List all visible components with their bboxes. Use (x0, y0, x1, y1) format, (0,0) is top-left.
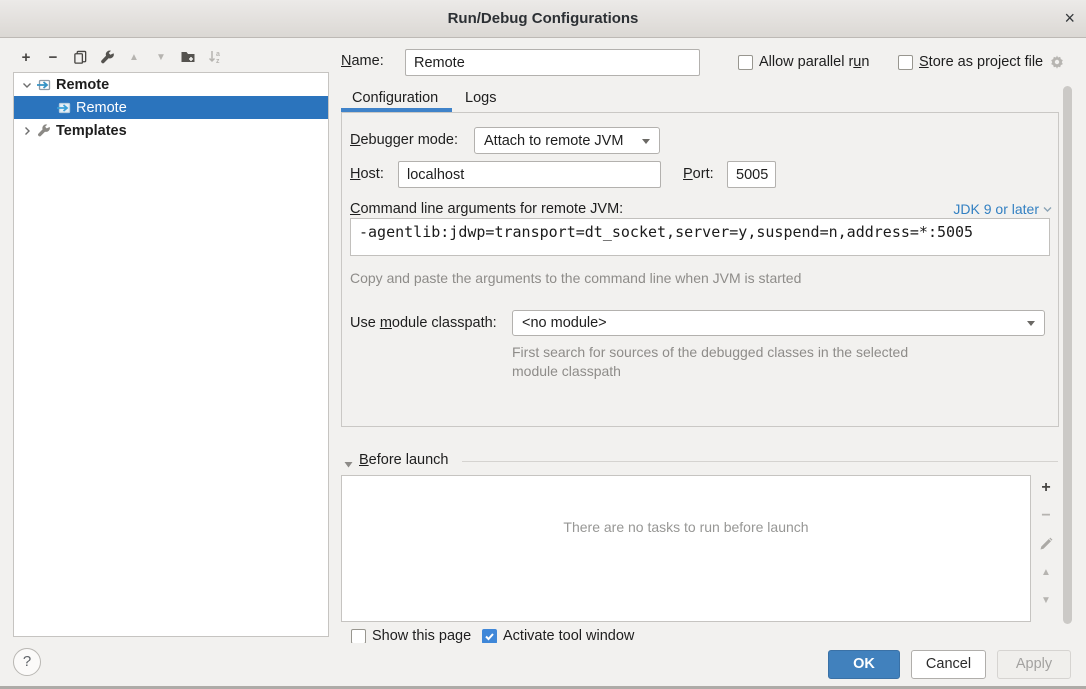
allow-parallel-run-checkbox[interactable] (738, 55, 753, 70)
show-this-page-label[interactable]: Show this page (372, 628, 471, 643)
tab-configuration[interactable]: Configuration (352, 90, 438, 106)
tree-item-remote-selected[interactable]: Remote (14, 96, 328, 119)
remove-configuration-icon[interactable]: − (45, 49, 61, 65)
name-input[interactable]: Remote (405, 49, 700, 76)
cancel-button[interactable]: Cancel (911, 650, 986, 679)
svg-text:z: z (216, 58, 220, 65)
dialog-title: Run/Debug Configurations (0, 0, 1086, 38)
port-input[interactable]: 5005 (727, 161, 776, 188)
tree-group-remote[interactable]: Remote (14, 73, 328, 96)
module-classpath-hint-line1: First search for sources of the debugged… (512, 344, 908, 360)
tree-group-templates[interactable]: Templates (14, 119, 328, 142)
run-debug-configurations-dialog: Run/Debug Configurations × + − ▲ ▼ az (0, 0, 1086, 689)
help-button[interactable]: ? (13, 648, 41, 676)
before-launch-separator (462, 461, 1058, 462)
tree-item-label[interactable]: Remote (56, 77, 109, 93)
store-as-project-file-checkbox[interactable] (898, 55, 913, 70)
command-line-args-hint: Copy and paste the arguments to the comm… (350, 270, 801, 286)
edit-templates-wrench-icon[interactable] (99, 49, 115, 65)
chevron-right-icon[interactable] (21, 125, 33, 137)
before-launch-toolbar: + − ▲ ▼ (1036, 480, 1056, 608)
chevron-down-icon (1043, 206, 1052, 213)
title-bar: Run/Debug Configurations × (0, 0, 1086, 38)
svg-text:a: a (216, 51, 220, 58)
show-this-page-checkbox[interactable] (351, 629, 366, 643)
tab-logs[interactable]: Logs (465, 90, 496, 106)
jdk-version-link[interactable]: JDK 9 or later (953, 201, 1052, 217)
move-task-down-icon: ▼ (1038, 592, 1054, 608)
module-classpath-hint-line2: module classpath (512, 363, 621, 379)
configurations-tree: Remote Remote Templates (13, 72, 329, 637)
store-settings-gear-icon[interactable] (1049, 54, 1065, 74)
before-launch-label[interactable]: Before launch (359, 452, 448, 468)
apply-button: Apply (997, 650, 1071, 679)
port-label: Port: (683, 166, 714, 182)
close-icon[interactable]: × (1064, 0, 1075, 38)
before-launch-task-list[interactable] (341, 475, 1031, 622)
configurations-toolbar: + − ▲ ▼ az (18, 47, 223, 67)
new-folder-icon[interactable] (180, 49, 196, 65)
tree-item-label[interactable]: Templates (56, 123, 127, 139)
remote-config-icon (56, 100, 72, 116)
sort-configurations-icon: az (207, 49, 223, 65)
templates-wrench-icon (36, 123, 52, 139)
move-up-icon: ▲ (126, 49, 142, 65)
command-line-args-field[interactable]: -agentlib:jdwp=transport=dt_socket,serve… (350, 218, 1050, 256)
host-input[interactable]: localhost (398, 161, 661, 188)
before-launch-empty-text: There are no tasks to run before launch (341, 519, 1031, 535)
add-task-icon[interactable]: + (1038, 480, 1054, 496)
move-down-icon: ▼ (153, 49, 169, 65)
module-classpath-label: Use module classpath: (350, 315, 497, 331)
remote-config-icon (36, 77, 52, 93)
add-configuration-icon[interactable]: + (18, 49, 34, 65)
name-label: Name: (341, 53, 384, 69)
activate-tool-window-checkbox[interactable] (482, 629, 497, 643)
vertical-scrollbar[interactable] (1063, 86, 1072, 624)
ok-button[interactable]: OK (828, 650, 900, 679)
edit-task-pencil-icon (1038, 536, 1054, 552)
module-classpath-select[interactable]: <no module> (512, 310, 1045, 336)
copy-configuration-icon[interactable] (72, 49, 88, 65)
remove-task-icon: − (1038, 508, 1054, 524)
debugger-mode-select[interactable]: Attach to remote JVM (474, 127, 660, 154)
chevron-down-icon[interactable] (21, 79, 33, 91)
allow-parallel-run-label[interactable]: Allow parallel run (759, 54, 869, 70)
tree-item-label[interactable]: Remote (76, 100, 127, 116)
chevron-down-icon (642, 139, 650, 148)
before-launch-collapse-icon[interactable] (344, 456, 353, 472)
store-as-project-file-label[interactable]: Store as project file (919, 54, 1043, 70)
move-task-up-icon: ▲ (1038, 564, 1054, 580)
page-options-row: Show this page Activate tool window (341, 627, 1051, 643)
activate-tool-window-label[interactable]: Activate tool window (503, 628, 634, 643)
command-line-args-label: Command line arguments for remote JVM: (350, 201, 623, 217)
host-label: Host: (350, 166, 384, 182)
debugger-mode-label: Debugger mode: (350, 132, 458, 148)
chevron-down-icon (1027, 321, 1035, 330)
